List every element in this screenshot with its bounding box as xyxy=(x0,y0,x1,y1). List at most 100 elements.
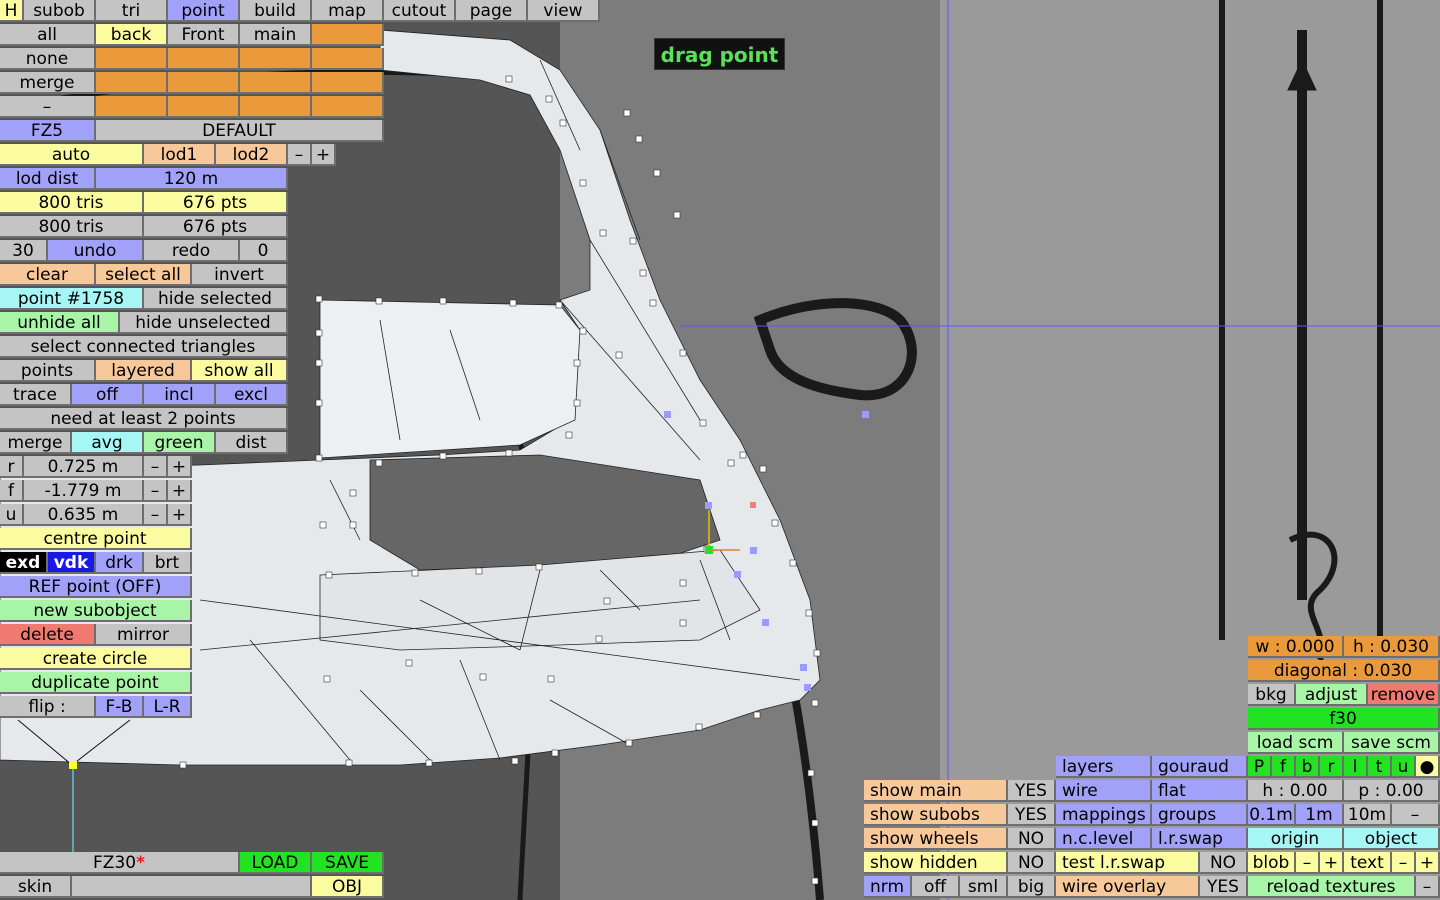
view-dot-button[interactable]: ● xyxy=(1416,756,1440,778)
step-0-1m-button[interactable]: 0.1m xyxy=(1248,804,1296,826)
flip-fb-button[interactable]: F-B xyxy=(96,696,144,718)
swatch[interactable] xyxy=(240,72,312,94)
swatch[interactable] xyxy=(312,72,384,94)
new-subobject-button[interactable]: new subobject xyxy=(0,600,192,622)
lod-dist-value[interactable]: 120 m xyxy=(96,168,288,190)
trace-off-button[interactable]: off xyxy=(72,384,144,406)
file-name[interactable]: FZ30* xyxy=(0,852,240,874)
mappings-button[interactable]: mappings xyxy=(1056,804,1152,826)
delete-button[interactable]: delete xyxy=(0,624,96,646)
layered-button[interactable]: layered xyxy=(96,360,192,382)
swatch[interactable] xyxy=(96,48,168,70)
axis-u-value[interactable]: 0.635 m xyxy=(24,504,144,526)
axis-r-minus[interactable]: – xyxy=(144,456,168,478)
view-back-button[interactable]: back xyxy=(96,24,168,46)
load-scm-button[interactable]: load scm xyxy=(1248,732,1344,754)
wire-overlay-toggle[interactable]: wire overlay xyxy=(1056,876,1200,898)
hide-unselected-button[interactable]: hide unselected xyxy=(120,312,288,334)
reload-minus-button[interactable]: – xyxy=(1416,876,1440,898)
lod2-button[interactable]: lod2 xyxy=(216,144,288,166)
text-minus-button[interactable]: – xyxy=(1392,852,1416,874)
nrm-button[interactable]: nrm xyxy=(864,876,912,898)
show-wheels-toggle[interactable]: show wheels xyxy=(864,828,1008,850)
remove-button[interactable]: remove xyxy=(1368,684,1440,706)
shade-brt-button[interactable]: brt xyxy=(144,552,192,574)
trace-excl-button[interactable]: excl xyxy=(216,384,288,406)
show-all-button[interactable]: show all xyxy=(192,360,288,382)
wire-overlay-value[interactable]: YES xyxy=(1200,876,1248,898)
axis-f-value[interactable]: -1.779 m xyxy=(24,480,144,502)
reload-textures-button[interactable]: reload textures xyxy=(1248,876,1416,898)
green-button[interactable]: green xyxy=(144,432,216,454)
undo-button[interactable]: undo xyxy=(48,240,144,262)
lod-plus-button[interactable]: + xyxy=(312,144,336,166)
axis-r-plus[interactable]: + xyxy=(168,456,192,478)
ref-point-button[interactable]: REF point (OFF) xyxy=(0,576,192,598)
adjust-button[interactable]: adjust xyxy=(1296,684,1368,706)
text-button[interactable]: text xyxy=(1344,852,1392,874)
wire-button[interactable]: wire xyxy=(1056,780,1152,802)
merge-points-button[interactable]: merge xyxy=(0,432,72,454)
view-u-button[interactable]: u xyxy=(1392,756,1416,778)
step-10m-button[interactable]: 10m xyxy=(1344,804,1392,826)
invert-button[interactable]: invert xyxy=(192,264,288,286)
layers-button[interactable]: layers xyxy=(1056,756,1152,778)
show-main-value[interactable]: YES xyxy=(1008,780,1056,802)
bkg-button[interactable]: bkg xyxy=(1248,684,1296,706)
nc-level-button[interactable]: n.c.level xyxy=(1056,828,1152,850)
select-all-button[interactable]: select all xyxy=(96,264,192,286)
show-hidden-value[interactable]: NO xyxy=(1008,852,1056,874)
menu-map[interactable]: map xyxy=(312,0,384,22)
shade-vdk-button[interactable]: vdk xyxy=(48,552,96,574)
mirror-button[interactable]: mirror xyxy=(96,624,192,646)
show-wheels-value[interactable]: NO xyxy=(1008,828,1056,850)
axis-r-value[interactable]: 0.725 m xyxy=(24,456,144,478)
shade-drk-button[interactable]: drk xyxy=(96,552,144,574)
menu-build[interactable]: build xyxy=(240,0,312,22)
menu-subob[interactable]: subob xyxy=(24,0,96,22)
menu-page[interactable]: page xyxy=(456,0,528,22)
points-button[interactable]: points xyxy=(0,360,96,382)
f30-button[interactable]: f30 xyxy=(1248,708,1440,730)
lod1-button[interactable]: lod1 xyxy=(144,144,216,166)
view-t-button[interactable]: t xyxy=(1368,756,1392,778)
show-main-toggle[interactable]: show main xyxy=(864,780,1008,802)
flat-button[interactable]: flat xyxy=(1152,780,1248,802)
axis-f-plus[interactable]: + xyxy=(168,480,192,502)
view-p-button[interactable]: P xyxy=(1248,756,1272,778)
swatch[interactable] xyxy=(168,48,240,70)
lod-auto-button[interactable]: auto xyxy=(0,144,144,166)
show-subobs-value[interactable]: YES xyxy=(1008,804,1056,826)
create-circle-button[interactable]: create circle xyxy=(0,648,192,670)
swatch[interactable] xyxy=(168,72,240,94)
step-1m-button[interactable]: 1m xyxy=(1296,804,1344,826)
skin-button[interactable]: skin xyxy=(0,876,72,898)
groups-button[interactable]: groups xyxy=(1152,804,1248,826)
axis-u-minus[interactable]: – xyxy=(144,504,168,526)
centre-point-button[interactable]: centre point xyxy=(0,528,192,550)
axis-f-minus[interactable]: – xyxy=(144,480,168,502)
swatch[interactable] xyxy=(312,24,384,46)
dist-button[interactable]: dist xyxy=(216,432,288,454)
blob-button[interactable]: blob xyxy=(1248,852,1296,874)
mode-h-button[interactable]: H xyxy=(0,0,24,22)
menu-tri[interactable]: tri xyxy=(96,0,168,22)
axis-u-plus[interactable]: + xyxy=(168,504,192,526)
off-button[interactable]: off xyxy=(912,876,960,898)
show-subobs-toggle[interactable]: show subobs xyxy=(864,804,1008,826)
view-main-button[interactable]: main xyxy=(240,24,312,46)
swatch[interactable] xyxy=(96,96,168,118)
view-r-button[interactable]: r xyxy=(1320,756,1344,778)
gouraud-button[interactable]: gouraud xyxy=(1152,756,1248,778)
duplicate-point-button[interactable]: duplicate point xyxy=(0,672,192,694)
save-scm-button[interactable]: save scm xyxy=(1344,732,1440,754)
clear-button[interactable]: clear xyxy=(0,264,96,286)
redo-button[interactable]: redo xyxy=(144,240,240,262)
obj-button[interactable]: OBJ xyxy=(312,876,384,898)
origin-button[interactable]: origin xyxy=(1248,828,1344,850)
lr-swap-button[interactable]: l.r.swap xyxy=(1152,828,1248,850)
test-lr-swap-value[interactable]: NO xyxy=(1200,852,1248,874)
swatch[interactable] xyxy=(312,96,384,118)
object-button[interactable]: object xyxy=(1344,828,1440,850)
swatch[interactable] xyxy=(312,48,384,70)
